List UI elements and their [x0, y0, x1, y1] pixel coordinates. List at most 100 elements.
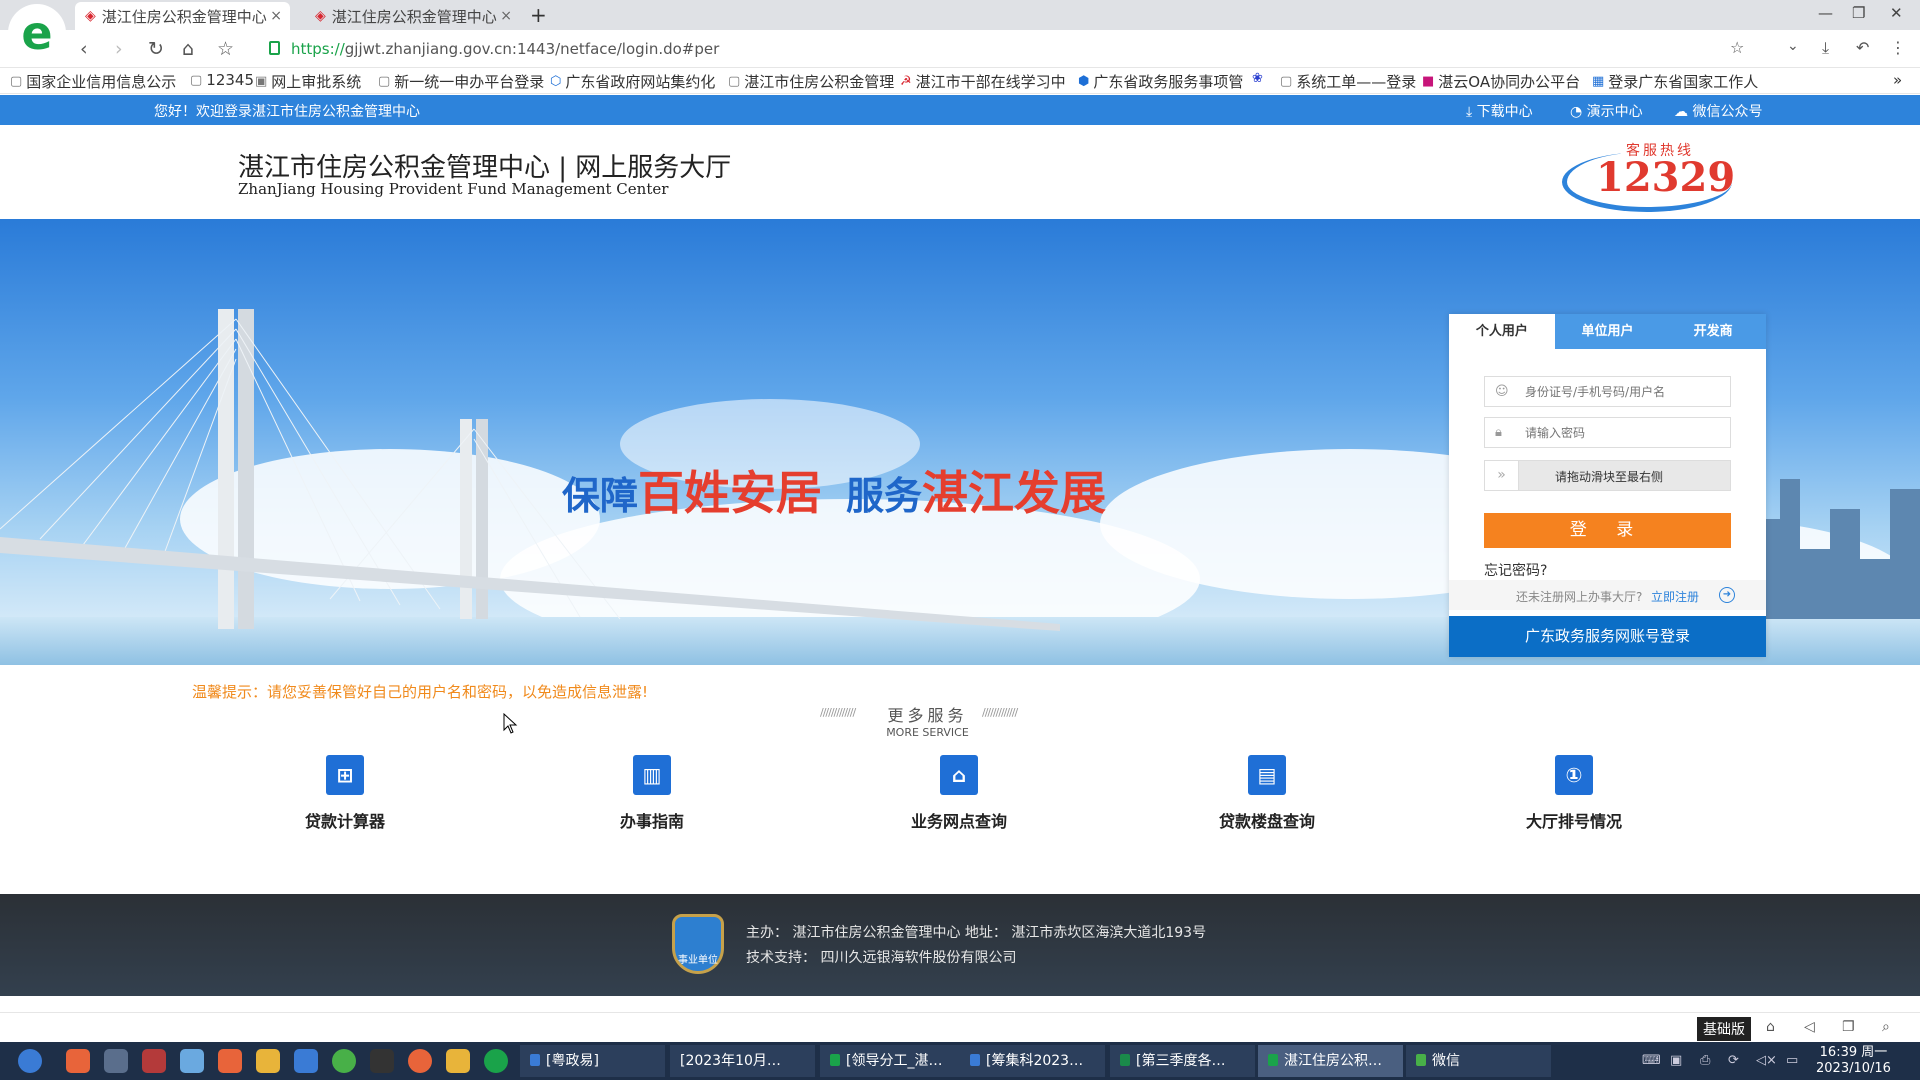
play-icon: ◔ [1570, 104, 1583, 120]
bookmark-item[interactable]: ▢ 新一统一申办平台登录 [378, 71, 544, 92]
tray-app-icon[interactable]: ▣ [1670, 1053, 1682, 1068]
service-queue-status[interactable]: ① 大厅排号情况 [1499, 755, 1649, 832]
basic-mode-button[interactable]: 基础版 [1697, 1017, 1751, 1041]
bookmark-item[interactable]: ■ 湛云OA协同办公平台 [1422, 71, 1580, 92]
password-field[interactable]: 🔒︎ [1484, 417, 1731, 448]
wechat-account-link[interactable]: ☁ 微信公众号 [1674, 101, 1762, 121]
minimize-icon[interactable]: — [1818, 4, 1833, 22]
tab-developer[interactable]: 开发商 [1660, 314, 1766, 349]
gov-icon: ⬡ [550, 74, 562, 89]
browser-tab-1[interactable]: ◈ 湛江住房公积金管理中心 × [75, 2, 290, 30]
restore-icon[interactable]: ❐ [1852, 4, 1865, 22]
app-icon[interactable] [104, 1049, 128, 1073]
forgot-password-link[interactable]: 忘记密码? [1484, 560, 1547, 580]
bookmark-item[interactable]: ❀ [1252, 71, 1267, 86]
tab-personal-user[interactable]: 个人用户 [1449, 314, 1555, 349]
network-icon[interactable]: ▭ [1786, 1053, 1798, 1068]
browser-tab-2[interactable]: ◈ 湛江住房公积金管理中心 × [305, 2, 520, 30]
task-item[interactable]: 湛江住房公积… [1258, 1045, 1403, 1077]
app-icon[interactable] [256, 1049, 280, 1073]
bookmarks-more-icon[interactable]: » [1893, 71, 1902, 89]
close-icon[interactable]: × [500, 8, 512, 24]
task-item[interactable]: 微信 [1406, 1045, 1551, 1077]
close-icon[interactable]: × [270, 8, 282, 24]
volume-mute-icon[interactable]: ◁× [1756, 1053, 1777, 1068]
url-field[interactable]: https://gjjwt.zhanjiang.gov.cn:1443/netf… [255, 35, 1760, 63]
bookmark-item[interactable]: ▢ 国家企业信用信息公示 [10, 71, 176, 92]
hotline-number: 12329 [1596, 154, 1736, 201]
username-field[interactable]: ☺ [1484, 376, 1731, 407]
start-menu-icon[interactable] [18, 1049, 42, 1073]
window-close-icon[interactable]: ✕ [1890, 4, 1903, 22]
slider-handle[interactable]: » [1485, 461, 1519, 490]
wechat-icon: ☁ [1674, 104, 1688, 120]
app-icon[interactable] [180, 1049, 204, 1073]
back-icon[interactable]: ‹ [80, 38, 88, 60]
bookmark-label: 国家企业信用信息公示 [26, 73, 177, 91]
keyboard-icon[interactable]: ⌨ [1642, 1053, 1661, 1068]
reload-icon[interactable]: ↻ [148, 38, 164, 60]
wechat-icon[interactable] [332, 1049, 356, 1073]
wechat-icon [1416, 1054, 1426, 1066]
new-tab-button[interactable]: + [530, 3, 547, 27]
printer-icon[interactable] [142, 1049, 166, 1073]
bookmark-item[interactable]: ▢ 12345 [190, 71, 254, 89]
app-icon[interactable] [66, 1049, 90, 1073]
app-icon[interactable] [294, 1049, 318, 1073]
bookmark-star-icon[interactable]: ☆ [217, 38, 234, 60]
tab-label: 湛江住房公积金管理中心 [101, 7, 267, 26]
bookmark-item[interactable]: ▢ 湛江市住房公积金管理 [728, 71, 894, 92]
login-button[interactable]: 登 录 [1484, 513, 1731, 548]
dropdown-icon[interactable]: ⌄ [1787, 38, 1799, 54]
home-icon[interactable]: ⌂ [182, 38, 194, 60]
browser-icon[interactable] [484, 1049, 508, 1073]
folder-icon[interactable] [446, 1049, 470, 1073]
wps-icon[interactable] [218, 1049, 242, 1073]
captcha-slider[interactable]: » 请拖动滑块至最右侧 [1484, 460, 1731, 491]
service-loan-calculator[interactable]: ⊞ 贷款计算器 [270, 755, 420, 832]
bookmark-item[interactable]: ▢ 系统工单——登录 [1280, 71, 1416, 92]
download-center-link[interactable]: ⤓ 下载中心 [1466, 101, 1533, 121]
task-item[interactable]: [筹集科2023… [960, 1045, 1105, 1077]
bookmark-item[interactable]: ▦ 登录广东省国家工作人 [1592, 71, 1758, 92]
tab-company-user[interactable]: 单位用户 [1555, 314, 1661, 349]
user-icon: ☺ [1495, 384, 1509, 399]
site-footer: 事业单位 主办： 湛江市住房公积金管理中心 地址： 湛江市赤坎区海滨大道北193… [0, 894, 1920, 996]
task-item[interactable]: [粤政易] [520, 1045, 665, 1077]
sound-icon[interactable]: ◁ [1804, 1019, 1815, 1035]
menu-icon[interactable]: ⋮ [1890, 38, 1906, 57]
firefox-icon[interactable] [408, 1049, 432, 1073]
bookmark-item[interactable]: ⬡ 广东省政府网站集约化 [550, 71, 715, 92]
zoom-icon[interactable]: ⌕ [1882, 1019, 1890, 1035]
gd-gov-login-button[interactable]: 广东政务服务网账号登录 [1449, 616, 1766, 657]
forward-icon[interactable]: › [115, 38, 123, 60]
task-label: [粤政易] [546, 1053, 599, 1069]
register-link[interactable]: 立即注册 [1651, 588, 1699, 605]
qq-icon[interactable] [370, 1049, 394, 1073]
username-input[interactable] [1525, 381, 1725, 403]
task-item[interactable]: [2023年10月… [670, 1045, 815, 1077]
bookmark-item[interactable]: ▣ 网上审批系统 [255, 71, 361, 92]
system-clock[interactable]: 16:39 周一 2023/10/16 [1816, 1045, 1891, 1077]
demo-center-link[interactable]: ◔ 演示中心 [1570, 101, 1643, 121]
window-icon[interactable]: ❐ [1842, 1019, 1855, 1035]
task-item[interactable]: [领导分工_湛… [820, 1045, 965, 1077]
arrow-right-icon[interactable]: ➜ [1719, 587, 1735, 603]
download-icon[interactable]: ⤓ [1822, 38, 1829, 58]
favorite-icon[interactable]: ☆ [1730, 38, 1744, 57]
public-institution-badge[interactable]: 事业单位 [672, 914, 724, 974]
task-item[interactable]: [第三季度各… [1110, 1045, 1255, 1077]
bookmark-label: 广东省政务服务事项管 [1093, 73, 1244, 91]
service-guide[interactable]: ▥ 办事指南 [577, 755, 727, 832]
footer-tech-support: 技术支持： 四川久远银海软件股份有限公司 [746, 950, 1017, 966]
printer-icon[interactable]: ⎙ [1700, 1053, 1710, 1068]
service-branch-query[interactable]: ⌂ 业务网点查询 [884, 755, 1034, 832]
password-input[interactable] [1525, 422, 1725, 444]
sync-icon[interactable]: ⟳ [1728, 1053, 1739, 1068]
home-icon[interactable]: ⌂ [1766, 1019, 1775, 1035]
bookmark-item[interactable]: ⬢ 广东省政务服务事项管 [1078, 71, 1243, 92]
undo-icon[interactable]: ↶ [1856, 38, 1869, 57]
bookmark-label: 广东省政府网站集约化 [565, 73, 716, 91]
bookmark-item[interactable]: ☭ 湛江市干部在线学习中 [900, 71, 1066, 92]
service-property-query[interactable]: ▤ 贷款楼盘查询 [1192, 755, 1342, 832]
